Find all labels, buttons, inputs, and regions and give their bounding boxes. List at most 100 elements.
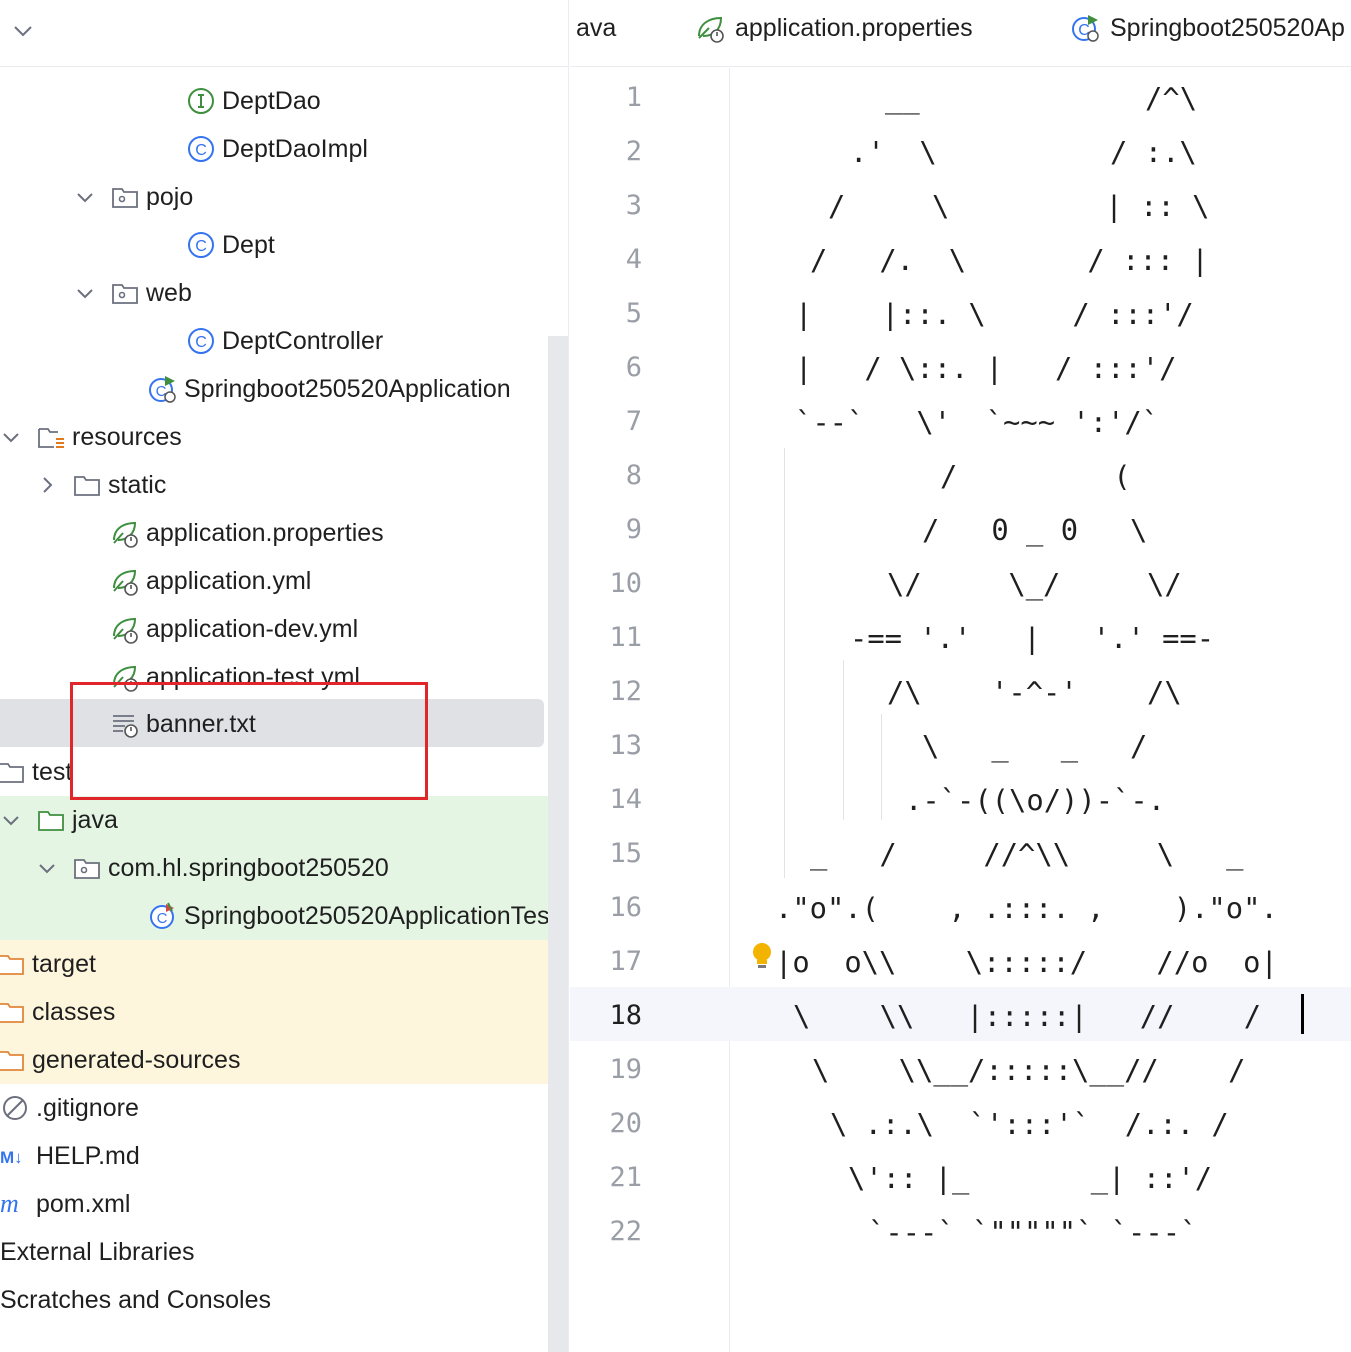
line-number: 2 — [625, 136, 642, 167]
line-number: 10 — [609, 568, 642, 599]
tree-item-deptdao[interactable]: DeptDao — [148, 77, 321, 125]
tree-item-pojo[interactable]: pojo — [72, 173, 193, 221]
tree-item-static[interactable]: static — [34, 461, 166, 509]
line-number: 9 — [625, 514, 642, 545]
code-line[interactable]: /\ '-^-' /\ — [887, 665, 1182, 719]
chevron-right-icon[interactable] — [34, 472, 60, 498]
tree-item-deptcontroller[interactable]: C DeptController — [148, 317, 383, 365]
tree-item-application-test-yml[interactable]: application-test.yml — [72, 653, 360, 701]
chevron-down-icon[interactable] — [0, 807, 24, 833]
tree-item-classes[interactable]: classes — [0, 988, 115, 1036]
tab-java-file[interactable]: ava — [576, 0, 616, 56]
code-line[interactable]: ."o".( , .:::. , )."o". — [775, 881, 1278, 935]
lightbulb-icon[interactable] — [751, 941, 773, 978]
tree-item-pom-xml[interactable]: m pom.xml — [0, 1180, 130, 1228]
svg-text:M↓: M↓ — [0, 1148, 23, 1167]
class-icon: C — [186, 134, 216, 164]
tree-item-deptdaoimpl[interactable]: C DeptDaoImpl — [148, 125, 368, 173]
tree-item-application-properties[interactable]: application.properties — [72, 509, 384, 557]
tree-item-label: target — [32, 950, 96, 978]
code-line[interactable]: |o o\\ \:::::/ //o o| — [775, 935, 1278, 989]
tree-item-label: Springboot250520Application — [184, 375, 511, 403]
code-line[interactable]: / /. \ / ::: | — [810, 233, 1209, 287]
tree-item-label: java — [72, 806, 118, 834]
tree-item-banner-txt[interactable]: banner.txt — [72, 700, 256, 748]
folder-icon — [0, 757, 26, 787]
code-line[interactable]: | |::. \ / :::'/ — [795, 287, 1194, 341]
tree-item-dept[interactable]: C Dept — [148, 221, 275, 269]
tree-item-scratches-and-consoles[interactable]: Scratches and Consoles — [0, 1276, 271, 1324]
class-icon: C — [186, 230, 216, 260]
code-line[interactable]: `--` \' `~~~ ':'/` — [795, 395, 1159, 449]
code-line[interactable]: \ \\ |:::::| // / — [793, 989, 1261, 1043]
code-line[interactable]: -== '.' | '.' ==- — [850, 611, 1214, 665]
code-line[interactable]: \ \\__/:::::\__// / — [812, 1043, 1245, 1097]
tab-label: ava — [576, 13, 617, 42]
code-line[interactable]: .' \ / :.\ — [850, 125, 1197, 179]
tree-item-external-libraries[interactable]: External Libraries — [0, 1228, 195, 1276]
tab-label: application.properties — [735, 13, 973, 42]
tree-item-label: pojo — [146, 183, 194, 211]
tree-item-label: application-test.yml — [146, 663, 360, 691]
tree-item-application-yml[interactable]: application.yml — [72, 557, 311, 605]
code-line[interactable]: \ _ _ / — [922, 719, 1147, 773]
tree-item-springboot250520application[interactable]: C Springboot250520Application — [110, 365, 511, 413]
line-number: 14 — [609, 784, 642, 815]
excluded-folder-icon — [0, 949, 26, 979]
panel-divider[interactable] — [568, 0, 569, 1352]
tree-item-application-dev-yml[interactable]: application-dev.yml — [72, 605, 358, 653]
excluded-folder-icon — [0, 1045, 26, 1075]
tab-springboot-application[interactable]: C Springboot250520Ap — [1070, 0, 1345, 56]
line-number: 13 — [609, 730, 642, 761]
code-line[interactable]: _ / //^\\ \ _ — [810, 827, 1243, 881]
tree-item-label: DeptController — [222, 327, 384, 355]
code-line[interactable]: __ /^\ — [885, 71, 1197, 125]
line-number: 4 — [625, 244, 642, 275]
indent-guide — [843, 660, 844, 820]
code-line[interactable]: \ .:.\ `':::'` /.:. / — [830, 1097, 1229, 1151]
chevron-down-icon[interactable] — [72, 184, 98, 210]
chevron-down-icon[interactable] — [34, 855, 60, 881]
line-number: 1 — [625, 82, 642, 113]
tree-item-gitignore[interactable]: .gitignore — [0, 1084, 139, 1132]
code-line[interactable]: / 0 _ 0 \ — [922, 503, 1147, 557]
line-number: 12 — [609, 676, 642, 707]
line-number: 22 — [609, 1216, 642, 1247]
chevron-down-icon[interactable] — [0, 424, 24, 450]
tree-item-target[interactable]: target — [0, 940, 96, 988]
code-line[interactable]: `---` `"""""` `---` — [868, 1205, 1197, 1259]
line-number: 6 — [625, 352, 642, 383]
tree-item-label: Springboot250520ApplicationTest — [184, 902, 557, 930]
class-icon: C — [186, 326, 216, 356]
code-line[interactable]: / ( — [940, 449, 1131, 503]
tree-item-test[interactable]: test — [0, 748, 72, 796]
tree-item-label: com.hl.springboot250520 — [108, 854, 389, 882]
code-line[interactable]: .-`-((\o/))-`-. — [905, 773, 1165, 827]
tab-application-properties[interactable]: application.properties — [695, 0, 973, 56]
chevron-down-icon[interactable] — [10, 18, 36, 49]
tree-item-resources[interactable]: resources — [0, 413, 182, 461]
code-line[interactable]: / \ | :: \ — [828, 179, 1209, 233]
code-line[interactable]: \':: |_ _| ::'/ — [848, 1151, 1212, 1205]
text-caret — [1301, 994, 1304, 1034]
tree-item-web[interactable]: web — [72, 269, 192, 317]
chevron-down-icon[interactable] — [72, 280, 98, 306]
line-number: 15 — [609, 838, 642, 869]
code-line[interactable]: | / \::. | / :::'/ — [795, 341, 1176, 395]
tree-item-label: DeptDaoImpl — [222, 135, 368, 163]
tree-scrollbar[interactable] — [548, 336, 568, 1352]
tree-item-springboot250520applicationtest[interactable]: C Springboot250520ApplicationTest — [110, 892, 557, 940]
package-icon — [72, 853, 102, 883]
tree-item-com-hl-springboot250520[interactable]: com.hl.springboot250520 — [34, 844, 389, 892]
tree-item-help-md[interactable]: M↓ HELP.md — [0, 1132, 140, 1180]
tree-item-java[interactable]: java — [0, 796, 118, 844]
tree-item-generated-sources[interactable]: generated-sources — [0, 1036, 240, 1084]
svg-text:C: C — [195, 142, 207, 159]
line-number: 11 — [609, 622, 642, 653]
code-line[interactable]: \/ \_/ \/ — [887, 557, 1182, 611]
